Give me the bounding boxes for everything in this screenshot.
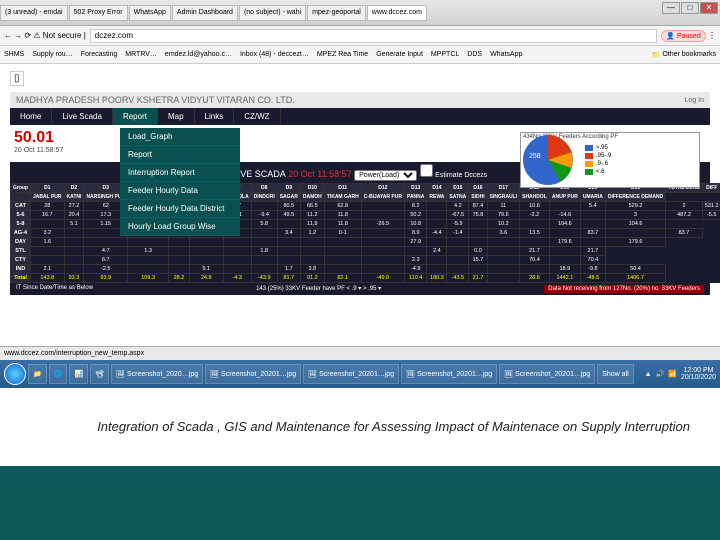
company-title: MADHYA PRADESH POORV KSHETRA VIDYUT VITA… — [16, 95, 295, 105]
other-bookmarks[interactable]: 📁 Other bookmarks — [652, 51, 716, 59]
taskbar-pinned[interactable]: 📽 — [90, 364, 109, 384]
bookmark-item[interactable]: WhatsApp — [490, 51, 522, 58]
bookmark-item[interactable]: Forecasting — [81, 51, 118, 58]
tray-icon[interactable]: ▲ — [645, 371, 652, 378]
legend-label: <.6 — [596, 169, 605, 175]
tab-1[interactable]: 502 Proxy Error — [69, 5, 128, 21]
browser-status-bar: www.dccez.com/interruption_new_temp.aspx — [0, 346, 720, 360]
maximize-button[interactable]: □ — [681, 2, 699, 14]
url-input[interactable] — [90, 29, 658, 43]
login-link[interactable]: Log In — [685, 97, 704, 104]
bookmark-item[interactable]: MPEZ Rea Time — [317, 51, 368, 58]
dd-loadgraph[interactable]: Load_Graph — [120, 128, 240, 146]
bookmarks-bar: SHMS Supply rou… Forecasting MRTRV… emde… — [0, 46, 720, 64]
sync-paused-badge[interactable]: 👤 Paused — [661, 30, 705, 42]
taskbar-item[interactable]: 🖼 Screenshot_20201…jpg — [205, 364, 301, 384]
swatch-icon — [585, 169, 593, 175]
nav-report[interactable]: Report — [113, 108, 158, 125]
taskbar-item[interactable]: 🖼 Screenshot_2020…jpg — [111, 364, 203, 384]
tray-date: 20/10/2020 — [681, 374, 716, 381]
footer-warning: Data Not receiving from 127No. (20%) no.… — [544, 285, 704, 293]
taskbar-item[interactable]: 🖼 Screenshot_20201…jpg — [499, 364, 595, 384]
nav-czwz[interactable]: CZ/WZ — [234, 108, 280, 125]
taskbar-pinned[interactable]: 🌐 — [49, 364, 68, 384]
windows-taskbar: 📁 🌐 📊 📽 🖼 Screenshot_2020…jpg 🖼 Screensh… — [0, 360, 720, 388]
dd-feederhourly[interactable]: Feeder Hourly Data — [120, 182, 240, 200]
tab-0[interactable]: (3 unread) - emdai — [0, 5, 68, 21]
main-nav: Home Live Scada Report Map Links CZ/WZ L… — [10, 108, 710, 125]
bookmark-item[interactable]: MPPTCL — [431, 51, 459, 58]
report-dropdown: Load_Graph Report Interruption Report Fe… — [120, 128, 240, 236]
pie-panel: 434No 33KV Feeders According PF 258 >.95… — [520, 132, 700, 188]
bookmark-item[interactable]: Generate Input — [376, 51, 423, 58]
slide-background — [0, 466, 720, 540]
dd-hourlyload[interactable]: Hourly Load Group Wise — [120, 218, 240, 236]
page-content: ▯ MADHYA PRADESH POORV KSHETRA VIDYUT VI… — [0, 64, 720, 346]
back-icon[interactable]: ← — [4, 31, 12, 40]
dd-feederdistrict[interactable]: Feeder Hourly Data District — [120, 200, 240, 218]
footer-left: IT Since Date/Time as Below — [16, 285, 93, 293]
taskbar-pinned[interactable]: 📁 — [28, 364, 47, 384]
pie-chart: 258 — [523, 135, 583, 185]
taskbar-item[interactable]: 🖼 Screenshot_20201…jpg — [401, 364, 497, 384]
mode-select[interactable]: Power(Load) — [354, 170, 417, 181]
legend-label: .9-.6 — [596, 161, 608, 167]
nav-links[interactable]: Links — [195, 108, 235, 125]
dd-report[interactable]: Report — [120, 146, 240, 164]
broken-image-icon: ▯ — [10, 71, 24, 86]
tray-icon[interactable]: 🔊 — [656, 370, 665, 378]
tray-icon[interactable]: 📶 — [668, 370, 677, 378]
minimize-button[interactable]: — — [662, 2, 680, 14]
security-label: ⚠ Not secure | — [31, 31, 86, 40]
bookmark-item[interactable]: DDS — [467, 51, 482, 58]
tab-2[interactable]: WhatsApp — [129, 5, 171, 21]
table-footer: IT Since Date/Time as Below 143 (25%) 33… — [10, 283, 710, 295]
bookmark-item[interactable]: Supply rou… — [32, 51, 72, 58]
nav-livescada[interactable]: Live Scada — [52, 108, 113, 125]
system-tray[interactable]: ▲ 🔊 📶 12:00 PM 20/10/2020 — [645, 367, 716, 381]
tab-5[interactable]: mpez-geoportal — [307, 5, 366, 21]
legend-label: >.95 — [596, 145, 608, 151]
tab-3[interactable]: Admin Dashboard — [172, 5, 238, 21]
swatch-icon — [585, 161, 593, 167]
swatch-icon — [585, 145, 593, 151]
pie-legend: >.95 .95-.9 .9-.6 <.6 — [585, 133, 611, 187]
bookmark-item[interactable]: SHMS — [4, 51, 24, 58]
taskbar-item[interactable]: 🖼 Screenshot_20201…jpg — [303, 364, 399, 384]
close-button[interactable]: ✕ — [700, 2, 718, 14]
pie-main-value: 258 — [529, 153, 541, 160]
start-button[interactable] — [4, 363, 26, 385]
nav-map[interactable]: Map — [158, 108, 195, 125]
browser-tabstrip: (3 unread) - emdai 502 Proxy Error Whats… — [0, 0, 720, 26]
estimate-checkbox[interactable] — [420, 164, 433, 177]
reload-icon[interactable]: ⟳ — [24, 31, 31, 40]
tab-4[interactable]: (no subject) - wahi — [239, 5, 306, 21]
taskbar-pinned[interactable]: 📊 — [69, 364, 88, 384]
forward-icon[interactable]: → — [14, 31, 22, 40]
dd-interruption[interactable]: Interruption Report — [120, 164, 240, 182]
taskbar-showall[interactable]: Show all — [597, 364, 633, 384]
bookmark-item[interactable]: emdez.ld@yahoo.c… — [165, 51, 232, 58]
menu-icon[interactable]: ⋮ — [706, 31, 716, 40]
tray-time: 12:00 PM — [681, 367, 716, 374]
legend-label: .95-.9 — [596, 153, 611, 159]
nav-home[interactable]: Home — [10, 108, 52, 125]
tab-6[interactable]: www.dccez.com — [367, 5, 427, 21]
bookmark-item[interactable]: MRTRV… — [125, 51, 157, 58]
footer-mid: 143 (25%) 33KV Feeder have PF < .9 ▾ > .… — [256, 285, 381, 293]
bookmark-item[interactable]: Inbox (48) - deccezt… — [240, 51, 309, 58]
address-bar: ← → ⟳ ⚠ Not secure | 👤 Paused ⋮ — [0, 26, 720, 46]
swatch-icon — [585, 153, 593, 159]
scada-table: GroupD1D2D3D4D5D6D7D8D9D10D11D12D13D14D1… — [10, 183, 720, 283]
slide-caption: Integration of Scada , GIS and Maintenan… — [0, 388, 720, 466]
